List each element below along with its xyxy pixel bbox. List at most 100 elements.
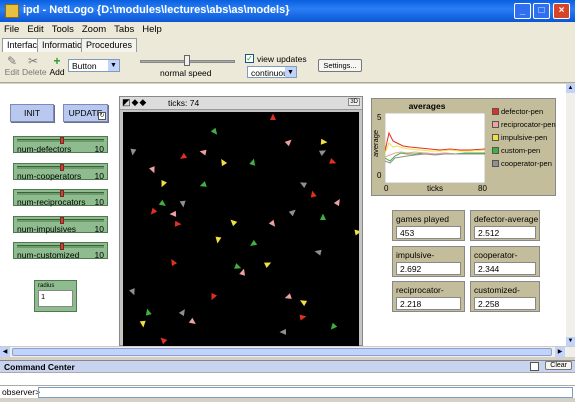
turtle-agent (199, 149, 207, 156)
plot-x-max: 80 (478, 184, 487, 193)
turtle-agent (310, 190, 317, 198)
view-updates-checkbox[interactable]: ✓ (245, 54, 254, 63)
turtle-agent (199, 181, 207, 187)
turtle-agent (239, 268, 245, 276)
slider-label: num-impulsives (17, 224, 77, 234)
turtle-agent (270, 113, 276, 120)
slider-value: 10 (94, 250, 104, 260)
menu-tabs[interactable]: Tabs (110, 22, 138, 37)
menu-file[interactable]: File (0, 22, 23, 37)
monitor-reciprocator-average: reciprocator-average 2.218 (392, 281, 465, 312)
turtle-agent (263, 262, 272, 269)
slider-knob[interactable] (59, 190, 64, 197)
turtle-agent (171, 258, 178, 267)
slider-num-cooperators[interactable]: num-cooperators 10 (13, 163, 108, 181)
detach-icon[interactable] (530, 362, 539, 371)
slider-num-defectors[interactable]: num-defectors 10 (13, 136, 108, 154)
command-center-header: Command Center Clear (0, 360, 575, 372)
monitor-value: 453 (396, 226, 461, 239)
menu-help[interactable]: Help (138, 22, 166, 37)
menu-tools[interactable]: Tools (48, 22, 78, 37)
turtle-agent (329, 158, 337, 164)
update-button[interactable]: UPDATE ↻ (63, 104, 108, 122)
turtle-agent (230, 219, 238, 227)
turtle-agent (221, 158, 228, 167)
ticks-counter: ticks: 74 (168, 98, 200, 108)
turtle-agent (145, 308, 152, 316)
settings-button[interactable]: Settings... (318, 59, 362, 72)
turtle-agent (288, 209, 296, 217)
plot-y-min: 0 (377, 171, 382, 180)
menu-edit[interactable]: Edit (23, 22, 47, 37)
legend-label: defector-pen (501, 107, 544, 116)
turtle-agent (314, 249, 322, 256)
legend-label: cooperator-pen (501, 159, 552, 168)
turtle-agent (174, 220, 182, 227)
view-control-icons[interactable]: ◩◆◆ (122, 97, 147, 108)
3d-button[interactable]: 3D (348, 98, 360, 106)
maximize-button[interactable]: □ (533, 3, 550, 19)
turtle-agent (279, 328, 287, 335)
legend-label: impulsive-pen (501, 133, 548, 142)
horizontal-scrollbar[interactable]: ◀ ▶ (0, 346, 575, 357)
turtle-agent (319, 213, 326, 221)
slider-num-reciprocators[interactable]: num-reciprocators 10 (13, 189, 108, 207)
monitor-cooperator-average: cooperator-average 2.344 (470, 246, 540, 277)
chevron-down-icon: ▼ (285, 67, 296, 77)
delete-tool[interactable]: ✂ Delete (22, 55, 47, 77)
turtle-agent (215, 236, 222, 244)
turtle-agent (333, 199, 340, 207)
plot-area (385, 113, 485, 183)
slider-knob[interactable] (59, 243, 64, 250)
turtle-agent (150, 207, 158, 215)
slider-knob[interactable] (59, 137, 64, 144)
legend-swatch (492, 108, 499, 115)
slider-num-impulsives[interactable]: num-impulsives 10 (13, 216, 108, 234)
scroll-up-icon[interactable]: ▲ (566, 84, 575, 93)
turtle-agent (268, 219, 276, 227)
add-tool[interactable]: + Add (49, 55, 65, 77)
speed-slider-handle[interactable] (184, 55, 190, 66)
init-button[interactable]: INIT (10, 104, 54, 122)
command-input[interactable] (38, 387, 573, 398)
radius-field[interactable]: 1 (38, 290, 73, 307)
update-mode-dropdown[interactable]: continuous ▼ (247, 66, 297, 78)
vertical-scrollbar[interactable]: ▲ ▼ (566, 84, 575, 346)
tab-procedures[interactable]: Procedures (81, 38, 138, 52)
command-input-row: observer> (0, 385, 575, 398)
close-button[interactable]: × (553, 3, 570, 19)
monitor-games-played: games played 453 (392, 210, 465, 241)
observer-prompt[interactable]: observer> (2, 387, 40, 397)
scroll-left-icon[interactable]: ◀ (0, 347, 10, 357)
turtle-agent (284, 139, 292, 147)
radius-input-box[interactable]: radius 1 (34, 280, 77, 312)
legend-reciprocator: reciprocator-pen (492, 120, 556, 129)
turtle-agent (234, 263, 242, 269)
menu-bar: File Edit Tools Zoom Tabs Help (0, 22, 575, 38)
turtle-agent (188, 317, 196, 325)
minimize-button[interactable]: _ (514, 3, 531, 19)
scroll-right-icon[interactable]: ▶ (555, 347, 565, 357)
turtle-agent (299, 300, 308, 307)
scroll-down-icon[interactable]: ▼ (566, 337, 575, 346)
edit-tool[interactable]: ✎ Edit (4, 55, 20, 77)
toolbar: ✎ Edit ✂ Delete + Add Button ▼ normal sp… (0, 52, 575, 83)
slider-value: 10 (94, 171, 104, 181)
slider-knob[interactable] (59, 164, 64, 171)
plot-title: averages (408, 101, 446, 111)
scroll-thumb[interactable] (12, 348, 552, 356)
world-canvas[interactable] (123, 112, 359, 346)
world-view: ◩◆◆ ticks: 74 3D (119, 96, 363, 346)
slider-knob[interactable] (59, 217, 64, 224)
slider-num-customized[interactable]: num-customized 10 (13, 242, 108, 260)
menu-zoom[interactable]: Zoom (78, 22, 110, 37)
legend-label: reciprocator-pen (501, 120, 556, 129)
widget-type-dropdown[interactable]: Button ▼ (68, 59, 120, 72)
turtle-agent (210, 127, 218, 135)
slider-label: num-defectors (17, 144, 72, 154)
command-output-area (0, 372, 575, 385)
plus-icon: + (53, 54, 61, 68)
turtle-agent (179, 200, 186, 208)
clear-button[interactable]: Clear (545, 361, 572, 370)
legend-swatch (492, 147, 499, 154)
